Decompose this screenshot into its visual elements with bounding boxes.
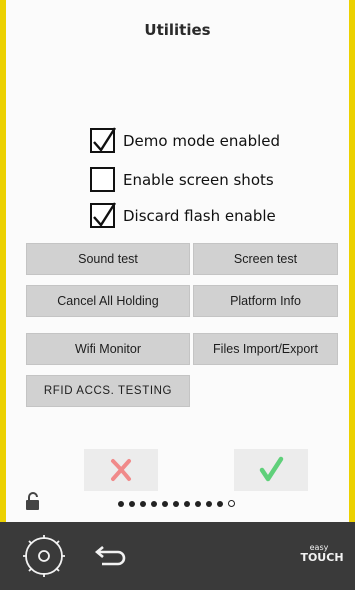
rfid-accs-testing-button[interactable]: RFID ACCS. TESTING <box>26 375 190 407</box>
files-import-export-button[interactable]: Files Import/Export <box>193 333 338 365</box>
x-icon <box>111 459 131 481</box>
page-dot-active <box>228 500 235 507</box>
checkmark-icon <box>93 127 117 152</box>
demo-mode-label: Demo mode enabled <box>123 131 281 150</box>
page-dot <box>162 500 168 507</box>
screen-shots-label: Enable screen shots <box>123 170 274 189</box>
discard-flash-checkbox[interactable] <box>90 202 117 228</box>
page-dot <box>195 500 201 507</box>
page-dot <box>217 500 223 507</box>
screen-shots-checkbox[interactable] <box>90 167 115 192</box>
utilities-screen: Utilities Demo mode enabled Enable scree… <box>6 0 349 522</box>
page-title: Utilities <box>144 21 211 39</box>
page-indicator <box>118 500 235 507</box>
gear-icon[interactable] <box>20 532 68 580</box>
page-dot <box>173 500 179 507</box>
screen-test-button[interactable]: Screen test <box>193 243 338 275</box>
demo-mode-checkbox[interactable] <box>90 127 117 153</box>
confirm-button[interactable] <box>234 449 308 491</box>
back-arrow-icon[interactable] <box>94 546 126 566</box>
page-dot <box>118 500 124 507</box>
cancel-all-holding-button[interactable]: Cancel All Holding <box>26 285 190 317</box>
lock-open-icon[interactable] <box>25 491 41 511</box>
page-dot <box>184 500 190 507</box>
cancel-button[interactable] <box>84 449 158 491</box>
page-dot <box>140 500 146 507</box>
sound-test-button[interactable]: Sound test <box>26 243 190 275</box>
device-frame: Utilities Demo mode enabled Enable scree… <box>0 0 355 590</box>
discard-flash-label: Discard flash enable <box>123 206 276 225</box>
wifi-monitor-button[interactable]: Wifi Monitor <box>26 333 190 365</box>
page-dot <box>129 500 135 507</box>
platform-info-button[interactable]: Platform Info <box>193 285 338 317</box>
brand-line-2: TOUCH <box>300 551 344 564</box>
option-discard-flash[interactable]: Discard flash enable <box>90 202 276 228</box>
option-screen-shots[interactable]: Enable screen shots <box>90 167 274 192</box>
option-demo-mode[interactable]: Demo mode enabled <box>90 127 281 153</box>
checkmark-icon <box>93 202 117 227</box>
check-icon <box>259 456 284 482</box>
page-dot <box>206 500 212 507</box>
brand-logo: easy TOUCH <box>296 543 348 564</box>
page-dot <box>151 500 157 507</box>
